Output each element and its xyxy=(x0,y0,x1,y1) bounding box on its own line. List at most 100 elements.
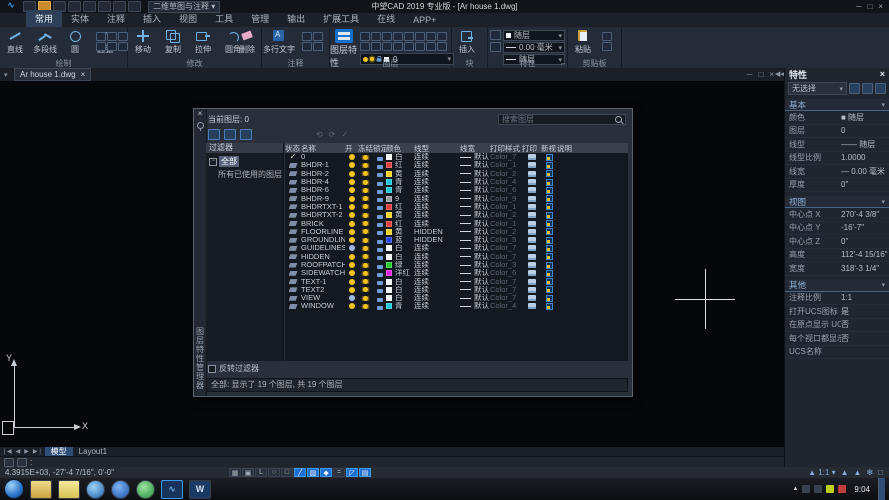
collapse-arrow-icon[interactable]: ▾ xyxy=(881,281,885,289)
vp-freeze-cell[interactable] xyxy=(541,253,557,260)
table-row[interactable]: BHDR-2黄连续默认Color_2 xyxy=(285,170,628,178)
first-tab-icon[interactable]: ❘◀ xyxy=(2,448,12,455)
freeze-cell[interactable] xyxy=(358,180,373,185)
filter-all[interactable]: − 全部 xyxy=(209,156,283,167)
lock-cell[interactable] xyxy=(373,195,386,202)
column-header-10[interactable]: 新视口冻结 xyxy=(541,143,557,154)
lineweight-toggle[interactable]: = xyxy=(333,468,345,477)
color-cell[interactable]: 白 xyxy=(386,153,414,161)
vp-freeze-cell[interactable] xyxy=(541,228,557,235)
ucs-toggle[interactable]: ◸ xyxy=(346,468,358,477)
property-row[interactable]: 中心点 Y-16'-7" xyxy=(785,222,889,236)
tray-app-icon[interactable] xyxy=(838,485,846,493)
column-header-5[interactable]: 颜色 xyxy=(386,143,414,154)
plot-cell[interactable] xyxy=(522,262,541,268)
word-icon[interactable]: W xyxy=(189,480,211,499)
lock-cell[interactable] xyxy=(373,295,386,302)
last-tab-icon[interactable]: ▶❘ xyxy=(33,448,43,455)
vp-freeze-cell[interactable] xyxy=(541,195,557,202)
quick-select-icon[interactable] xyxy=(875,83,886,94)
ribbon-tab-1[interactable]: 实体 xyxy=(62,10,98,27)
plot-cell[interactable] xyxy=(522,171,541,177)
freeze-cell[interactable] xyxy=(358,279,373,284)
property-row[interactable]: 线宽— 0.00 毫米 xyxy=(785,165,889,179)
collapse-arrow-icon[interactable]: ▾ xyxy=(881,198,885,206)
layer-search-input[interactable]: 搜索图层 xyxy=(498,114,626,125)
table-row[interactable]: FLOORLINE黄HIDDEN默认Color_2 xyxy=(285,228,628,236)
property-row[interactable]: 颜色■ 随层 xyxy=(785,111,889,125)
column-header-8[interactable]: 打印样式 xyxy=(490,143,522,154)
lock-cell[interactable] xyxy=(373,154,386,161)
ortho-toggle[interactable]: L xyxy=(255,468,267,477)
ribbon-tab-6[interactable]: 管理 xyxy=(242,10,278,27)
lineweight-cell[interactable]: 默认 xyxy=(460,269,490,277)
lock-cell[interactable] xyxy=(373,162,386,169)
lock-cell[interactable] xyxy=(373,203,386,210)
linetype-cell[interactable]: HIDDEN xyxy=(414,228,460,236)
color-cell[interactable]: 青 xyxy=(386,302,414,310)
tray-volume-icon[interactable] xyxy=(814,485,822,493)
linetype-cell[interactable]: 连续 xyxy=(414,186,460,194)
settings-gear-icon[interactable]: ✻ xyxy=(866,468,873,477)
zwcad-taskbar-icon[interactable]: ∿ xyxy=(161,480,183,499)
color-cell[interactable]: 9 xyxy=(386,195,414,203)
paste-button[interactable]: 粘贴 xyxy=(568,29,598,55)
file-tab-close-icon[interactable]: × xyxy=(81,70,86,79)
toggle-pickadd-icon[interactable] xyxy=(849,83,860,94)
snap-toggle[interactable]: ▣ xyxy=(242,468,254,477)
erase-button[interactable]: 删除 xyxy=(232,29,262,55)
table-row[interactable]: WINDOW青连续默认Color_4 xyxy=(285,302,628,310)
plot-cell[interactable] xyxy=(522,245,541,251)
property-row[interactable]: 厚度0" xyxy=(785,179,889,193)
model-tab-1[interactable]: Layout1 xyxy=(73,447,113,456)
cloud-app-icon[interactable] xyxy=(111,480,130,499)
property-row[interactable]: 高度112'-4 15/16" xyxy=(785,249,889,263)
vp-freeze-cell[interactable] xyxy=(541,245,557,252)
on-cell[interactable] xyxy=(345,279,358,285)
on-cell[interactable] xyxy=(345,229,358,235)
doc-restore-button[interactable]: □ xyxy=(758,70,763,79)
tray-expand-icon[interactable]: ▲ xyxy=(792,486,798,492)
layer-table-header[interactable]: 状态名称开冻结锁定颜色线型线宽打印样式打印新视口冻结说明 xyxy=(285,143,628,153)
on-cell[interactable] xyxy=(345,221,358,227)
selection-dropdown[interactable]: 无选择 ▾ xyxy=(788,82,847,95)
lock-cell[interactable] xyxy=(373,237,386,244)
color-cell[interactable]: 白 xyxy=(386,278,414,286)
lock-cell[interactable] xyxy=(373,270,386,277)
linetype-cell[interactable]: 连续 xyxy=(414,294,460,302)
lineweight-cell[interactable]: 默认 xyxy=(460,244,490,252)
property-row[interactable]: 图层0 xyxy=(785,125,889,139)
palette-close-icon[interactable]: × xyxy=(880,69,885,79)
linetype-cell[interactable]: 连续 xyxy=(414,211,460,219)
on-cell[interactable] xyxy=(345,303,358,309)
polar-toggle[interactable]: ○ xyxy=(268,468,280,477)
ribbon-tab-5[interactable]: 工具 xyxy=(206,10,242,27)
on-cell[interactable] xyxy=(345,270,358,276)
maximize-button[interactable]: □ xyxy=(867,2,872,11)
on-cell[interactable] xyxy=(345,154,358,160)
line-button[interactable]: 直线 xyxy=(0,29,30,55)
color-cell[interactable]: 白 xyxy=(386,253,414,261)
plot-cell[interactable] xyxy=(522,162,541,168)
freeze-cell[interactable] xyxy=(358,196,373,201)
plot-cell[interactable] xyxy=(522,187,541,193)
insert-block-button[interactable]: 插入 xyxy=(452,29,482,55)
on-cell[interactable] xyxy=(345,262,358,268)
lineweight-cell[interactable]: 默认 xyxy=(460,203,490,211)
pline-button[interactable]: 多段线 xyxy=(30,29,60,55)
plot-cell[interactable] xyxy=(522,196,541,202)
linetype-cell[interactable]: 连续 xyxy=(414,178,460,186)
vp-freeze-cell[interactable] xyxy=(541,187,557,194)
freeze-cell[interactable] xyxy=(358,238,373,243)
prev-tab-icon[interactable]: ◀ xyxy=(16,448,21,455)
doc-minimize-button[interactable]: ─ xyxy=(747,70,753,79)
property-row[interactable]: UCS名称 xyxy=(785,346,889,360)
table-row[interactable]: SIDEWATCH洋红连续默认Color_6 xyxy=(285,269,628,277)
lineweight-cell[interactable]: 默认 xyxy=(460,186,490,194)
stretch-button[interactable]: 拉伸 xyxy=(188,29,218,55)
freeze-cell[interactable] xyxy=(358,246,373,251)
vp-freeze-cell[interactable] xyxy=(541,170,557,177)
linetype-cell[interactable]: 连续 xyxy=(414,161,460,169)
green-app-icon[interactable] xyxy=(136,480,155,499)
clock[interactable]: 9:04 xyxy=(854,485,870,494)
